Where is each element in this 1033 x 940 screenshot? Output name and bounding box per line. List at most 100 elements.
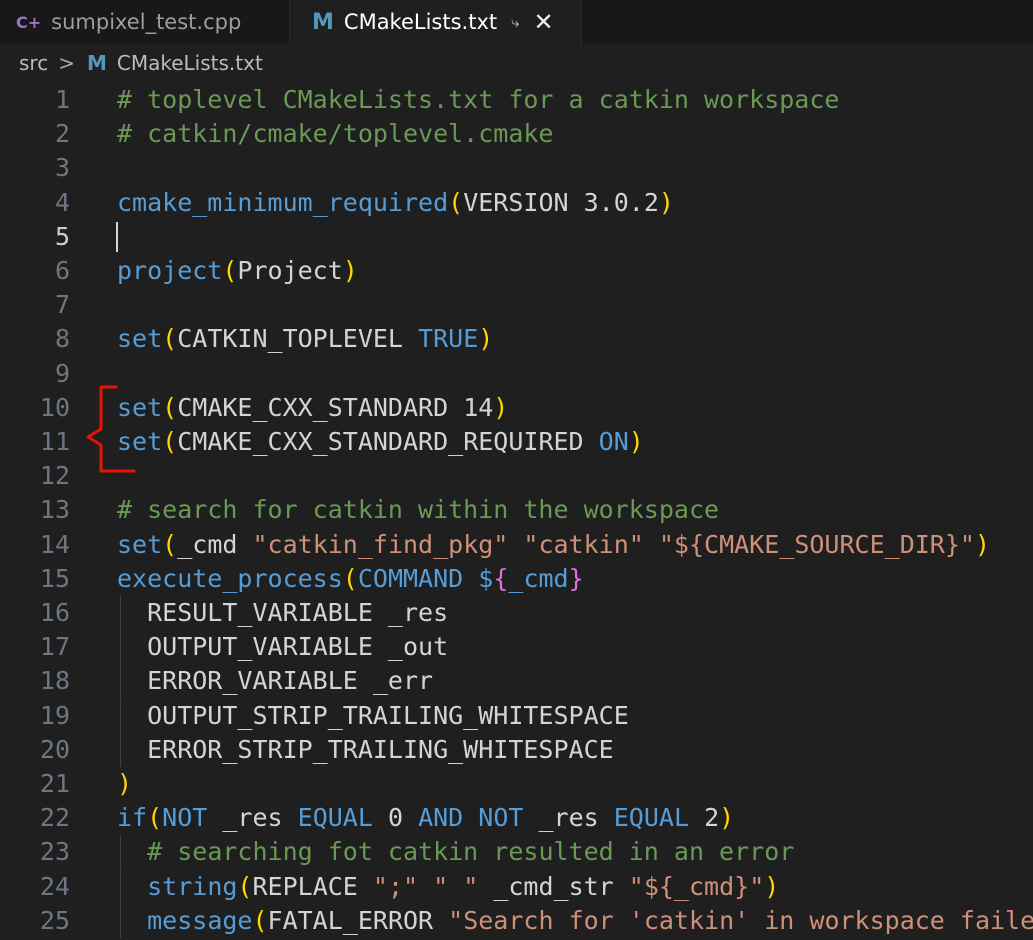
code-token: message: [147, 905, 253, 935]
code-text: set(CATKIN_TOPLEVEL TRUE): [117, 322, 493, 356]
code-token: REPLACE: [252, 871, 373, 901]
code-text: ERROR_VARIABLE _err: [117, 664, 433, 698]
code-editor[interactable]: 1 # toplevel CMakeLists.txt for a catkin …: [0, 83, 1033, 940]
line-number: 22: [39, 803, 70, 833]
line-number: 8: [54, 324, 70, 354]
code-token: VERSION 3.0.2: [463, 187, 659, 217]
breadcrumb-file[interactable]: CMakeLists.txt: [117, 51, 263, 75]
code-token: CATKIN_TOPLEVEL: [177, 324, 419, 354]
code-text: set(CMAKE_CXX_STANDARD_REQUIRED ON): [117, 425, 644, 459]
line-number: 23: [39, 837, 70, 867]
code-line[interactable]: 7: [0, 288, 1033, 322]
code-token: _cmd: [177, 529, 253, 559]
code-token: ): [764, 871, 780, 901]
code-line[interactable]: 24 string(REPLACE ";" " " _cmd_str "${_c…: [0, 869, 1033, 904]
code-token: ERROR_VARIABLE _err: [117, 666, 434, 696]
code-text: ERROR_STRIP_TRAILING_WHITESPACE: [117, 733, 614, 767]
code-text: # searching fot catkin resulted in an er…: [117, 835, 794, 869]
code-text: # catkin/cmake/toplevel.cmake: [117, 117, 554, 151]
line-number: 4: [54, 187, 70, 217]
code-line[interactable]: 2 # catkin/cmake/toplevel.cmake: [0, 117, 1033, 151]
code-line[interactable]: 13 # search for catkin within the workspa…: [0, 493, 1033, 527]
code-token: EQUAL: [297, 803, 373, 833]
code-line[interactable]: 3: [0, 151, 1033, 185]
line-number: 3: [54, 153, 70, 183]
code-token: ";" " ": [372, 871, 479, 901]
split-editor-icon[interactable]: ⤷: [511, 13, 519, 31]
code-line[interactable]: 6 project(Project): [0, 254, 1033, 288]
code-token: _res: [523, 803, 614, 833]
code-token: string: [147, 871, 238, 901]
cmake-file-icon: M: [312, 9, 334, 35]
code-line[interactable]: 14 set(_cmd "catkin_find_pkg" "catkin" "$…: [0, 528, 1033, 562]
breadcrumb-folder[interactable]: src: [19, 51, 48, 75]
line-number: 7: [54, 290, 70, 320]
code-token: ): [974, 529, 991, 559]
code-token: "Search for 'catkin' in workspace failed: [448, 905, 1033, 935]
code-text: set(_cmd "catkin_find_pkg" "catkin" "${C…: [117, 528, 990, 562]
line-number: 18: [39, 666, 70, 696]
code-token: (: [162, 529, 178, 559]
code-token: CMAKE_CXX_STANDARD 14: [177, 392, 494, 422]
code-text: # search for catkin within the workspace: [117, 493, 719, 527]
code-text: set(CMAKE_CXX_STANDARD 14): [117, 391, 508, 425]
code-token: (: [222, 256, 238, 285]
code-token: (: [342, 563, 358, 593]
code-token: # toplevel CMakeLists.txt for a catkin w…: [117, 85, 840, 114]
line-number: 10: [39, 392, 70, 422]
code-line[interactable]: 20 ERROR_STRIP_TRAILING_WHITESPACE: [0, 732, 1033, 767]
code-line[interactable]: 25 message(FATAL_ERROR "Search for 'catk…: [0, 903, 1033, 938]
code-token: (: [252, 905, 268, 935]
code-token: (: [162, 427, 178, 456]
code-token: project: [117, 256, 223, 285]
code-line[interactable]: 1 # toplevel CMakeLists.txt for a catkin …: [0, 83, 1033, 117]
code-line[interactable]: 22 if(NOT _res EQUAL 0 AND NOT _res EQUAL…: [0, 801, 1033, 835]
code-token: # catkin/cmake/toplevel.cmake: [117, 119, 554, 149]
code-text: # toplevel CMakeLists.txt for a catkin w…: [117, 83, 839, 117]
code-line[interactable]: 11 set(CMAKE_CXX_STANDARD_REQUIRED ON): [0, 425, 1033, 459]
code-line[interactable]: 16 RESULT_VARIABLE _res: [0, 596, 1033, 630]
close-tab-icon[interactable]: ✕: [534, 10, 554, 34]
code-line[interactable]: 21): [0, 767, 1033, 801]
line-number: 6: [54, 256, 70, 285]
line-number: 14: [39, 529, 70, 559]
code-line[interactable]: 15 execute_process(COMMAND ${_cmd}: [0, 562, 1033, 596]
code-line[interactable]: 5: [0, 220, 1033, 254]
line-number: 21: [39, 769, 70, 798]
code-token: }: [568, 563, 584, 593]
code-token: (: [162, 392, 178, 422]
code-line[interactable]: 19 OUTPUT_STRIP_TRAILING_WHITESPACE: [0, 698, 1033, 733]
tab-sumpixel-test-cpp[interactable]: C+ sumpixel_test.cpp: [0, 0, 290, 44]
code-text: cmake_minimum_required(VERSION 3.0.2): [117, 186, 674, 220]
code-line[interactable]: 17 OUTPUT_VARIABLE _out: [0, 630, 1033, 665]
text-cursor: [116, 221, 118, 252]
line-number: 24: [39, 871, 70, 901]
code-token: set: [117, 427, 163, 456]
code-token: if: [117, 803, 148, 833]
code-token: $: [478, 563, 494, 593]
code-line[interactable]: 9: [0, 357, 1033, 391]
code-line[interactable]: 12: [0, 459, 1033, 493]
code-text: OUTPUT_STRIP_TRAILING_WHITESPACE: [117, 699, 629, 733]
code-token: "${_cmd}": [628, 871, 765, 901]
code-line[interactable]: 10 set(CMAKE_CXX_STANDARD 14): [0, 391, 1033, 425]
code-token: OUTPUT_STRIP_TRAILING_WHITESPACE: [117, 700, 629, 730]
code-token: ): [342, 256, 358, 285]
code-token: set: [117, 529, 163, 559]
code-token: CMAKE_CXX_STANDARD_REQUIRED: [177, 427, 599, 456]
line-number: 17: [39, 632, 70, 662]
code-token: OUTPUT_VARIABLE _out: [117, 632, 449, 662]
cpp-file-icon: C+: [16, 12, 42, 32]
code-line[interactable]: 18 ERROR_VARIABLE _err: [0, 664, 1033, 699]
code-token: ): [719, 803, 735, 833]
tab-cmakelists-txt[interactable]: M CMakeLists.txt ⤷ ✕: [290, 0, 582, 44]
code-token: COMMAND: [357, 563, 464, 593]
tab-label: CMakeLists.txt: [343, 10, 498, 34]
code-line[interactable]: 23 # searching fot catkin resulted in an…: [0, 835, 1033, 870]
code-token: (: [448, 187, 464, 217]
code-line[interactable]: 8 set(CATKIN_TOPLEVEL TRUE): [0, 322, 1033, 356]
code-token: ERROR_STRIP_TRAILING_WHITESPACE: [117, 734, 614, 764]
code-line[interactable]: 4 cmake_minimum_required(VERSION 3.0.2): [0, 186, 1033, 220]
